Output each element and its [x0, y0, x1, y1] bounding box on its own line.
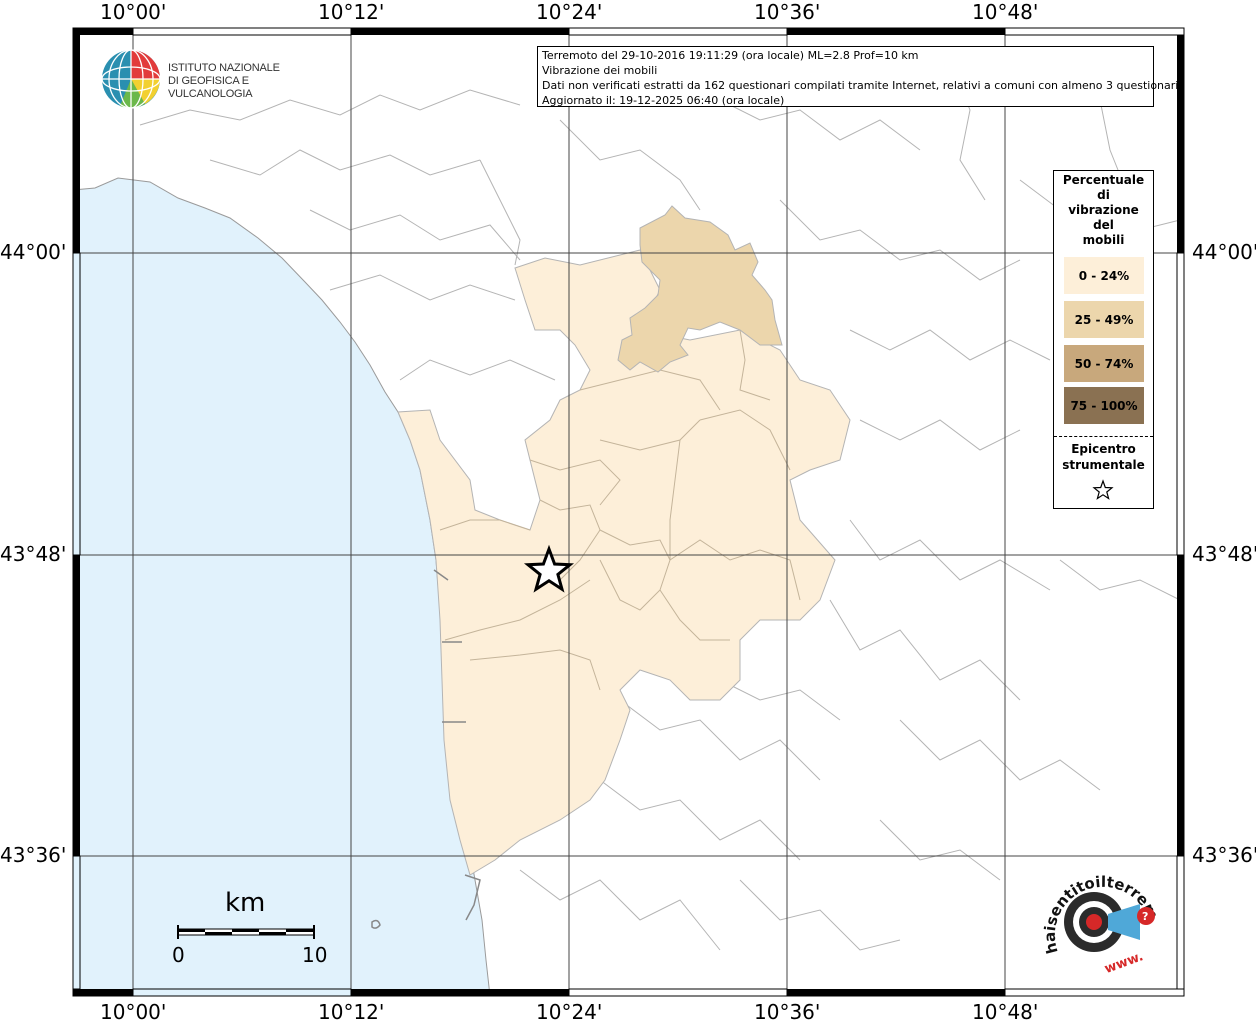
- map-subject: Vibrazione dei mobili: [542, 64, 658, 77]
- scale-max: 10: [302, 943, 328, 967]
- legend-title-line: di: [1097, 188, 1110, 202]
- lon-tick-bottom-5: 10°48': [972, 1000, 1039, 1024]
- legend-swatch-25-49: 25 - 49%: [1064, 301, 1144, 338]
- legend-title: Percentuale di vibrazione del mobili: [1054, 173, 1153, 248]
- legend-swatch-50-74: 50 - 74%: [1064, 345, 1144, 382]
- scale-min: 0: [172, 943, 185, 967]
- lat-tick-right-2: 43°48': [1192, 542, 1256, 566]
- legend-title-line: Percentuale: [1062, 173, 1145, 187]
- legend-swatch-75-100: 75 - 100%: [1064, 387, 1144, 424]
- ingv-logo-text: ISTITUTO NAZIONALE DI GEOFISICA E VULCAN…: [168, 62, 315, 101]
- legend-epicenter-line: strumentale: [1062, 458, 1145, 472]
- lon-tick-bottom-3: 10°24': [536, 1000, 603, 1024]
- legend-title-line: del: [1093, 218, 1114, 232]
- update-time: Aggiornato il: 19-12-2025 06:40 (ora loc…: [542, 94, 785, 107]
- lat-tick-right-1: 44°00': [1192, 240, 1256, 264]
- svg-text:?: ?: [1142, 910, 1148, 923]
- legend-title-line: mobili: [1082, 233, 1125, 247]
- lon-tick-bottom-2: 10°12': [318, 1000, 385, 1024]
- legend-star-icon: [1092, 479, 1114, 500]
- lat-tick-left-1: 44°00': [0, 240, 67, 264]
- haisentito-logo-graphic: haisentitoilterremoto.it ? www.: [1025, 838, 1162, 977]
- data-note: Dati non verificati estratti da 162 ques…: [542, 79, 1182, 92]
- event-title: Terremoto del 29-10-2016 19:11:29 (ora l…: [542, 49, 919, 62]
- lon-tick-bottom-1: 10°00': [100, 1000, 167, 1024]
- legend-separator: [1054, 436, 1153, 437]
- legend-epicenter-line: Epicentro: [1071, 442, 1136, 456]
- ingv-logo-line1: ISTITUTO NAZIONALE: [168, 62, 280, 74]
- lat-tick-right-3: 43°36': [1192, 843, 1256, 867]
- ingv-logo-line2: DI GEOFISICA E VULCANOLOGIA: [168, 75, 253, 100]
- scale-bar-graphic: [177, 925, 315, 939]
- lon-tick-top-3: 10°24': [536, 0, 603, 24]
- lon-tick-top-4: 10°36': [754, 0, 821, 24]
- legend: Percentuale di vibrazione del mobili 0 -…: [1053, 170, 1154, 509]
- lon-tick-top-5: 10°48': [972, 0, 1039, 24]
- scale-bar: km 0 10: [170, 885, 330, 975]
- lon-tick-bottom-4: 10°36': [754, 1000, 821, 1024]
- legend-title-line: vibrazione: [1068, 203, 1139, 217]
- lat-tick-left-3: 43°36': [0, 843, 67, 867]
- legend-swatch-0-24: 0 - 24%: [1064, 257, 1144, 294]
- lon-tick-top-2: 10°12': [318, 0, 385, 24]
- ingv-globe-icon: [101, 49, 161, 109]
- ingv-logo: ISTITUTO NAZIONALE DI GEOFISICA E VULCAN…: [100, 48, 315, 110]
- lat-tick-left-2: 43°48': [0, 542, 67, 566]
- event-info-box: Terremoto del 29-10-2016 19:11:29 (ora l…: [537, 46, 1182, 107]
- haisentito-logo: haisentitoilterremoto.it ? www.: [1025, 838, 1180, 982]
- legend-epicenter-label: Epicentro strumentale: [1054, 441, 1153, 473]
- haisentito-www: www.: [1103, 949, 1146, 977]
- lon-tick-top-1: 10°00': [100, 0, 167, 24]
